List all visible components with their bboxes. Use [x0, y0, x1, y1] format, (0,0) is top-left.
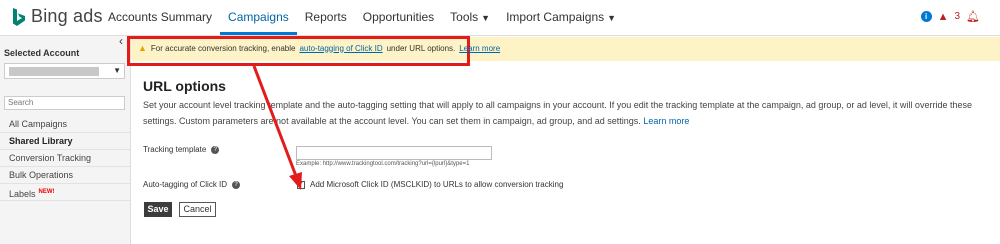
tracking-template-example: Example: http://www.trackingtool.com/tra…	[296, 161, 470, 167]
nav-reports[interactable]: Reports	[297, 0, 355, 35]
nav-opportunities[interactable]: Opportunities	[355, 0, 442, 35]
collapse-sidebar-icon[interactable]: ‹	[119, 34, 123, 48]
nav-import-campaigns[interactable]: Import Campaigns ▼	[498, 0, 624, 35]
banner-text-before: For accurate conversion tracking, enable	[150, 43, 296, 53]
alert-icon[interactable]: ▲	[938, 11, 949, 23]
nav-accounts-summary[interactable]: Accounts Summary	[100, 0, 220, 35]
description-text: Set your account level tracking template…	[143, 100, 972, 126]
sidebar-item-bulk-operations[interactable]: Bulk Operations	[0, 167, 130, 184]
sidebar-item-conversion-tracking[interactable]: Conversion Tracking	[0, 150, 130, 167]
banner-message: ▲ For accurate conversion tracking, enab…	[138, 43, 500, 53]
logo-text: Bing ads	[31, 6, 103, 26]
top-navigation-bar: Bing ads Accounts Summary Campaigns Repo…	[0, 0, 1000, 36]
header-icons: i ▲ 3 🔔︎	[920, 10, 980, 23]
notification-bell-icon[interactable]: 🔔︎	[966, 10, 980, 23]
account-name-redacted	[9, 67, 99, 76]
cancel-button[interactable]: Cancel	[179, 202, 216, 217]
tracking-template-label: Tracking template	[143, 145, 207, 154]
account-selector[interactable]: ▼	[4, 63, 125, 79]
page-description: Set your account level tracking template…	[143, 97, 983, 129]
save-button[interactable]: Save	[144, 202, 172, 217]
tracking-template-row-label: Tracking template?	[143, 145, 220, 154]
auto-tagging-label: Auto-tagging of Click ID	[143, 180, 228, 189]
new-badge: NEW!	[38, 189, 55, 195]
help-icon[interactable]: ?	[232, 180, 241, 189]
sidebar-item-labels-label: Labels	[9, 189, 36, 199]
checkmark-icon: ✓	[298, 181, 304, 188]
nav-tools-label: Tools	[450, 10, 479, 24]
sidebar-item-all-campaigns[interactable]: All Campaigns	[0, 116, 130, 133]
info-icon[interactable]: i	[920, 11, 932, 22]
nav-import-campaigns-label: Import Campaigns	[506, 10, 605, 24]
bing-logo-icon	[13, 7, 25, 26]
nav-tools[interactable]: Tools ▼	[442, 0, 498, 35]
help-icon[interactable]: ?	[211, 145, 220, 154]
sidebar-list: All Campaigns Shared Library Conversion …	[0, 116, 130, 201]
selected-account-label: Selected Account	[4, 48, 80, 58]
caret-down-icon: ▼	[113, 66, 121, 75]
bing-ads-logo[interactable]: Bing ads	[12, 6, 103, 27]
main-content	[131, 61, 1000, 244]
sidebar-item-shared-library[interactable]: Shared Library	[0, 133, 130, 150]
auto-tagging-checkbox-label[interactable]: Add Microsoft Click ID (MSCLKID) to URLs…	[310, 180, 563, 189]
nav-campaigns[interactable]: Campaigns	[220, 0, 297, 35]
banner-learn-more-link[interactable]: Learn more	[459, 44, 500, 53]
chevron-down-icon: ▼	[481, 13, 491, 23]
description-learn-more-link[interactable]: Learn more	[643, 116, 689, 126]
warning-icon: ▲	[138, 43, 147, 53]
chevron-down-icon: ▼	[607, 13, 617, 23]
auto-tagging-checkbox[interactable]: ✓	[297, 181, 305, 189]
page-title: URL options	[143, 78, 226, 94]
tracking-template-input[interactable]	[296, 146, 492, 160]
auto-tagging-row-label: Auto-tagging of Click ID?	[143, 180, 241, 189]
banner-text-after: under URL options.	[386, 43, 456, 53]
sidebar-item-labels[interactable]: Labels NEW!	[0, 184, 130, 201]
notification-count: 3	[954, 11, 961, 22]
auto-tagging-link[interactable]: auto-tagging of Click ID	[299, 44, 382, 53]
sidebar-search-input[interactable]: Search	[4, 96, 125, 110]
main-nav: Accounts Summary Campaigns Reports Oppor…	[100, 0, 624, 35]
